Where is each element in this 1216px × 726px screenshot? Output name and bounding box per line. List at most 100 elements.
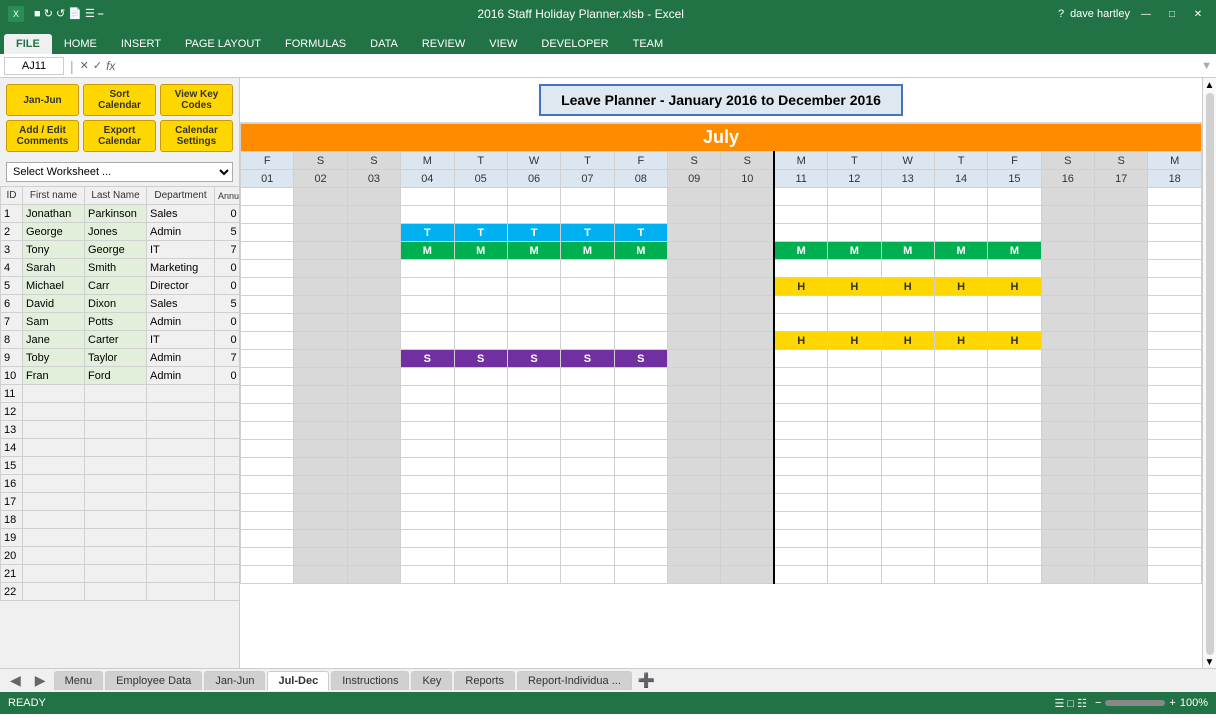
empty-cal-19-10[interactable] [774,512,827,530]
empty-cal-20-1[interactable] [294,530,347,548]
cal-cell-4-3[interactable]: M [401,242,454,260]
empty-cal-21-13[interactable] [934,548,987,566]
empty-cal-19-2[interactable] [347,512,400,530]
empty-cal-11-10[interactable] [774,368,827,386]
empty-cell-19-1[interactable] [23,529,85,547]
empty-cal-22-4[interactable] [454,566,507,584]
empty-cal-19-5[interactable] [507,512,560,530]
cell-8-2[interactable]: Carter [85,331,147,349]
cal-cell-10-17[interactable] [1148,350,1202,368]
empty-cal-18-12[interactable] [881,494,934,512]
cell-7-2[interactable]: Potts [85,313,147,331]
empty-cell-20-2[interactable] [85,547,147,565]
empty-cal-18-9[interactable] [721,494,774,512]
cal-cell-9-9[interactable] [721,332,774,350]
empty-cal-11-12[interactable] [881,368,934,386]
cal-cell-9-7[interactable] [614,332,667,350]
empty-cell-18-3[interactable] [147,511,215,529]
cal-empty-5-14[interactable] [988,260,1041,278]
cell-7-3[interactable]: Admin [147,313,215,331]
empty-cal-14-12[interactable] [881,422,934,440]
empty-cal-18-5[interactable] [507,494,560,512]
empty-cal-21-7[interactable] [614,548,667,566]
empty-cal-16-16[interactable] [1095,458,1148,476]
tab-employee-data[interactable]: Employee Data [105,671,202,690]
empty-cell-20-4[interactable] [215,547,240,565]
empty-cell-17-1[interactable] [23,493,85,511]
empty-cal-12-8[interactable] [668,386,721,404]
empty-cal-11-0[interactable] [241,368,294,386]
empty-cell-16-2[interactable] [85,475,147,493]
cal-cell-6-15[interactable] [1041,278,1094,296]
empty-cal-17-12[interactable] [881,476,934,494]
empty-cal-19-16[interactable] [1095,512,1148,530]
empty-cal-11-16[interactable] [1095,368,1148,386]
empty-cal-11-2[interactable] [347,368,400,386]
empty-cal-14-8[interactable] [668,422,721,440]
empty-cal-19-11[interactable] [828,512,881,530]
empty-cal-22-11[interactable] [828,566,881,584]
tab-menu[interactable]: Menu [54,671,104,690]
cal-cell-10-7[interactable]: S [614,350,667,368]
cal-empty-8-9[interactable] [721,314,774,332]
empty-cell-11-0[interactable]: 11 [1,385,23,403]
empty-cal-14-6[interactable] [561,422,614,440]
empty-cal-11-13[interactable] [934,368,987,386]
cell-2-0[interactable]: 2 [1,223,23,241]
cal-cell-10-12[interactable] [881,350,934,368]
cal-empty-2-0[interactable] [241,206,294,224]
cal-cell-6-0[interactable] [241,278,294,296]
cell-9-4[interactable]: 7 [215,349,240,367]
expand-icon[interactable]: ▼ [1201,60,1212,72]
empty-cal-15-7[interactable] [614,440,667,458]
empty-cal-20-17[interactable] [1148,530,1202,548]
empty-cal-12-9[interactable] [721,386,774,404]
empty-cal-22-10[interactable] [774,566,827,584]
empty-cal-20-15[interactable] [1041,530,1094,548]
cal-empty-8-5[interactable] [507,314,560,332]
cal-cell-9-0[interactable] [241,332,294,350]
empty-cal-21-3[interactable] [401,548,454,566]
empty-cell-12-0[interactable]: 12 [1,403,23,421]
scroll-thumb[interactable] [1206,93,1214,655]
cal-empty-1-1[interactable] [294,188,347,206]
empty-cell-21-3[interactable] [147,565,215,583]
tab-prev[interactable]: ◀ [4,670,27,691]
cal-cell-4-6[interactable]: M [561,242,614,260]
empty-cal-19-6[interactable] [561,512,614,530]
cell-9-2[interactable]: Taylor [85,349,147,367]
empty-cell-12-2[interactable] [85,403,147,421]
empty-cal-19-7[interactable] [614,512,667,530]
cal-cell-6-5[interactable] [507,278,560,296]
tab-home[interactable]: HOME [52,34,109,54]
cal-empty-7-1[interactable] [294,296,347,314]
empty-cal-12-3[interactable] [401,386,454,404]
cal-empty-1-8[interactable] [668,188,721,206]
empty-cal-17-14[interactable] [988,476,1041,494]
cal-empty-7-4[interactable] [454,296,507,314]
cal-cell-3-8[interactable] [668,224,721,242]
tab-file[interactable]: FILE [4,34,52,54]
cal-empty-5-12[interactable] [881,260,934,278]
empty-cal-18-14[interactable] [988,494,1041,512]
empty-cal-13-0[interactable] [241,404,294,422]
empty-cal-18-4[interactable] [454,494,507,512]
empty-cal-21-14[interactable] [988,548,1041,566]
empty-cal-16-8[interactable] [668,458,721,476]
cell-1-2[interactable]: Parkinson [85,205,147,223]
cal-cell-4-1[interactable] [294,242,347,260]
cal-cell-6-1[interactable] [294,278,347,296]
cell-1-3[interactable]: Sales [147,205,215,223]
cal-cell-10-16[interactable] [1095,350,1148,368]
empty-cal-15-0[interactable] [241,440,294,458]
empty-cal-13-7[interactable] [614,404,667,422]
empty-cal-18-8[interactable] [668,494,721,512]
empty-cal-13-12[interactable] [881,404,934,422]
tab-report-individual[interactable]: Report-Individua ... [517,671,632,690]
empty-cal-14-7[interactable] [614,422,667,440]
cal-cell-9-4[interactable] [454,332,507,350]
empty-cal-22-8[interactable] [668,566,721,584]
cell-5-0[interactable]: 5 [1,277,23,295]
empty-cal-13-11[interactable] [828,404,881,422]
cal-empty-8-10[interactable] [774,314,827,332]
